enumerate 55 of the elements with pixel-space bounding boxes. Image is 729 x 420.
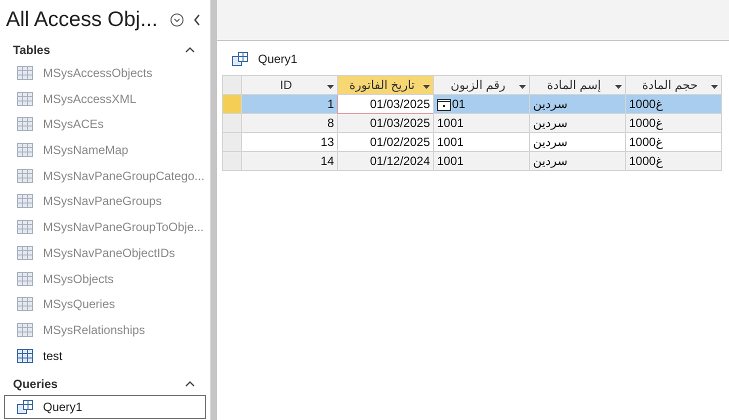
collapse-icon[interactable] <box>192 13 202 28</box>
dropdown-arrow-icon[interactable] <box>615 85 622 89</box>
table-cell: 1001 <box>434 132 530 152</box>
table-icon <box>17 322 33 337</box>
table-cell: 1000غ <box>626 94 722 114</box>
query-icon <box>17 400 33 414</box>
column-header[interactable]: ID <box>242 76 338 94</box>
table-cell: 8 <box>242 114 338 132</box>
table-cell: 1001 <box>434 114 530 132</box>
table-icon <box>17 92 33 106</box>
table-icon <box>17 246 33 260</box>
table-cell: سردين <box>530 152 626 170</box>
table-cell: سردين <box>530 94 626 114</box>
table-cell: 01/03/2025 <box>338 114 434 132</box>
table-cell: سردين <box>530 114 626 132</box>
table-cell: 1000غ <box>626 132 722 152</box>
nav-item[interactable]: Query1 <box>4 395 206 419</box>
table-cell: 01/02/2025 <box>338 132 434 152</box>
table-cell: 14 <box>242 152 338 170</box>
table-cell: سردين <box>530 132 626 152</box>
table-cell: 1000غ <box>626 114 722 132</box>
group-header[interactable]: Tables <box>13 42 50 57</box>
date-input-field[interactable]: 01/03/2025 <box>338 94 434 114</box>
table-icon <box>17 272 33 286</box>
nav-item[interactable]: test <box>4 344 206 368</box>
table-icon <box>17 117 33 132</box>
column-header[interactable]: تاريخ الفاتورة <box>338 76 434 94</box>
query-icon <box>232 52 248 66</box>
table-icon <box>17 348 33 363</box>
table-cell: 1000غ <box>626 152 722 170</box>
table-cell: 01/12/2024 <box>338 152 434 170</box>
table-cell: 1001 <box>434 152 530 170</box>
dropdown-arrow-icon[interactable] <box>327 85 334 89</box>
table-icon <box>17 194 33 208</box>
table-cell: 01 <box>434 94 530 114</box>
column-header[interactable]: إسم المادة <box>530 76 626 94</box>
table-cell: 1 <box>242 94 338 114</box>
pane-title: All Access Obj... <box>6 8 159 32</box>
table-icon <box>17 143 33 158</box>
dropdown-icon[interactable] <box>170 13 184 28</box>
chevron-up-icon[interactable] <box>184 46 196 54</box>
group-header[interactable]: Queries <box>13 376 58 391</box>
table-icon <box>17 220 33 234</box>
column-header[interactable]: حجم المادة <box>626 76 722 94</box>
table-icon <box>17 297 33 312</box>
table-icon <box>17 168 33 183</box>
column-header[interactable]: رقم الزبون <box>434 76 530 94</box>
dropdown-arrow-icon[interactable] <box>423 85 430 89</box>
table-icon <box>17 66 33 80</box>
chevron-up-icon[interactable] <box>184 380 196 388</box>
query-tab[interactable]: Query1 <box>222 49 308 69</box>
table-cell: 13 <box>242 132 338 152</box>
calendar-icon[interactable] <box>437 98 451 110</box>
dropdown-arrow-icon[interactable] <box>711 85 718 89</box>
dropdown-arrow-icon[interactable] <box>519 85 526 89</box>
